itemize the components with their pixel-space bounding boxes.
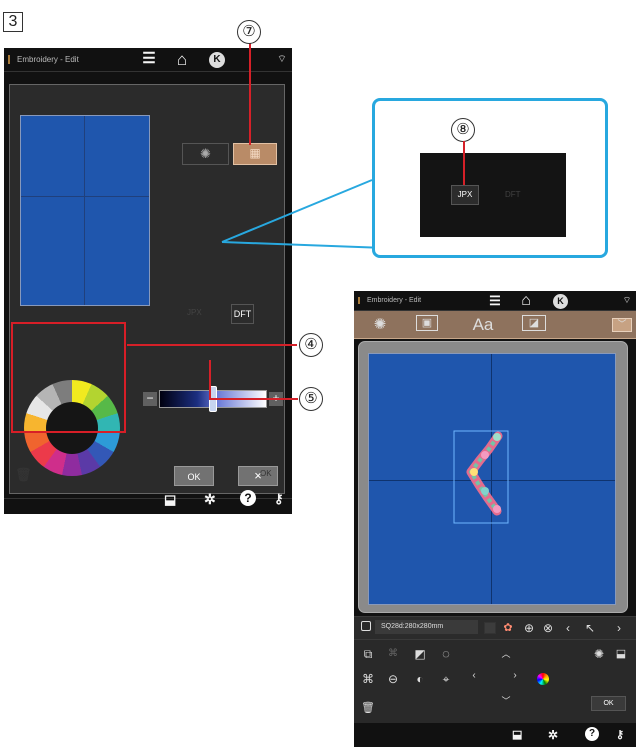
circle-button[interactable]: ◌ xyxy=(438,644,454,664)
jpx-enlarged-button[interactable]: JPX xyxy=(451,185,479,205)
instruction-page: 3 Embroidery - Edit ☰ ⌂ K ⌔ ✺ ▦ JPX DFT … xyxy=(0,0,636,747)
group-button[interactable]: ⌘ xyxy=(385,644,401,664)
pattern-action-button[interactable]: ✺ xyxy=(590,644,608,664)
machine-icon-right[interactable]: ⬓ xyxy=(512,728,522,741)
down-arrow-button[interactable]: ﹀ xyxy=(499,691,513,711)
key-icon-right[interactable]: ⚷ xyxy=(616,728,624,741)
move-right-button[interactable]: › xyxy=(613,618,625,638)
custom-edit-icon[interactable]: ◪ xyxy=(522,315,546,331)
help-icon-right[interactable]: ? xyxy=(585,727,599,741)
move-left-button[interactable]: ‹ xyxy=(562,618,574,638)
rotate-button[interactable]: ◩ xyxy=(412,644,428,664)
text-font-tab[interactable]: Aa xyxy=(470,315,496,335)
settings-icon-right[interactable]: ✲ xyxy=(548,728,558,742)
dft-enlarged-label[interactable]: DFT xyxy=(505,190,521,199)
expand-tabs-button[interactable]: ﹀ xyxy=(612,318,632,332)
wifi-icon-right: ⌔ xyxy=(622,295,632,305)
right-device-screen: Embroidery - Edit ☰ ⌂ K ⌔ ✺ ▣ Aa ◪ ﹀ SQ2… xyxy=(354,291,636,747)
right-status-bar: Embroidery - Edit ☰ ⌂ K ⌔ xyxy=(354,291,636,311)
mirror-button[interactable]: ⌘ xyxy=(360,669,376,689)
trash-button-right[interactable]: 🗑 xyxy=(360,698,376,718)
layout-button-2[interactable]: ✿ xyxy=(501,618,515,638)
right-ok-button[interactable]: OK xyxy=(591,696,626,711)
zoom-out-button[interactable]: ⊗ xyxy=(540,618,556,638)
callout-line-eight xyxy=(463,141,465,185)
up-arrow-button[interactable]: ︿ xyxy=(499,644,513,664)
center-button[interactable]: ⌖ xyxy=(438,669,454,689)
hoop-size-label: SQ28d:280x280mm xyxy=(375,620,478,634)
pattern-select-icon[interactable]: ✺ xyxy=(368,315,392,335)
left-arrow-button[interactable]: ‹ xyxy=(467,666,481,686)
back-icon-right[interactable]: K xyxy=(553,294,568,309)
color-palette-button[interactable] xyxy=(537,673,549,685)
shape-button[interactable]: ◐ xyxy=(412,669,428,689)
select-pointer-button[interactable]: ↖ xyxy=(581,618,599,638)
copy-button[interactable]: ⧉ xyxy=(360,644,376,664)
home-icon-right[interactable]: ⌂ xyxy=(518,293,534,309)
menu-icon-right[interactable]: ☰ xyxy=(487,294,503,308)
hoop-checkbox[interactable] xyxy=(361,621,371,631)
embroidery-pattern[interactable] xyxy=(450,427,516,527)
layout-button-1[interactable] xyxy=(484,622,496,634)
flip-button[interactable]: ⊖ xyxy=(385,669,401,689)
magnified-dark-area xyxy=(420,153,566,237)
callout-eight: ⑧ xyxy=(451,118,475,142)
edit-pattern-icon[interactable]: ▣ xyxy=(416,315,438,331)
stitch-settings-button[interactable]: ⬓ xyxy=(612,644,630,664)
right-screen-title: Embroidery - Edit xyxy=(358,297,421,304)
zoom-in-button[interactable]: ⊕ xyxy=(521,618,537,638)
right-arrow-button[interactable]: › xyxy=(508,666,522,686)
